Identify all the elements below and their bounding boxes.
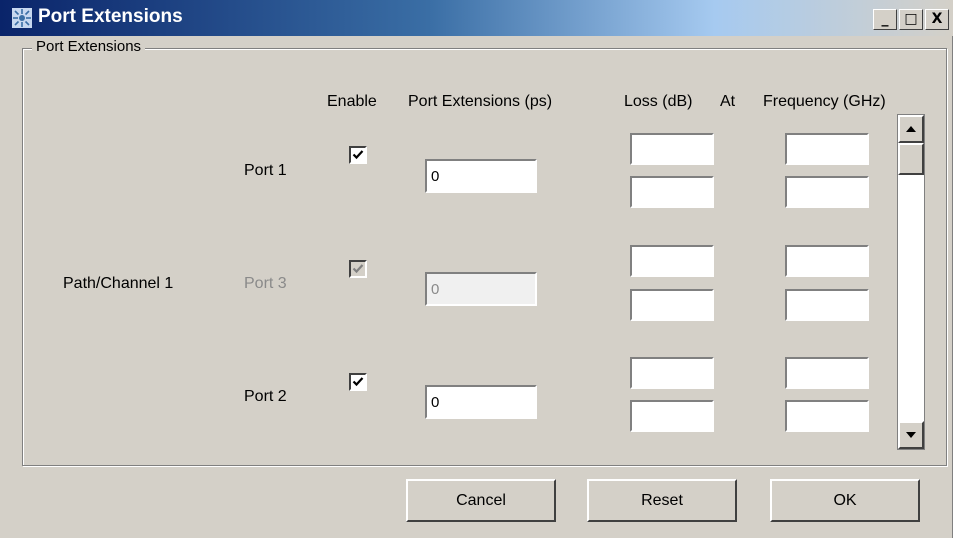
checkmark-icon: [352, 150, 364, 160]
port-2-extension-input[interactable]: [425, 385, 537, 419]
scroll-down-button[interactable]: [898, 421, 924, 449]
port-1-frequency-2-input[interactable]: [785, 176, 869, 208]
port-3-frequency-2-input[interactable]: [785, 289, 869, 321]
port-2-frequency-2-input[interactable]: [785, 400, 869, 432]
checkmark-icon: [352, 377, 364, 387]
arrow-down-icon: [906, 432, 916, 438]
maximize-button[interactable]: □: [899, 9, 923, 30]
arrow-up-icon: [906, 126, 916, 132]
app-icon: [12, 8, 32, 28]
port-1-frequency-1-input[interactable]: [785, 133, 869, 165]
port-3-enable-checkbox[interactable]: [349, 260, 367, 278]
ok-button[interactable]: OK: [770, 479, 920, 522]
at-header: At: [720, 93, 736, 110]
scroll-thumb[interactable]: [898, 143, 924, 175]
port-3-frequency-1-input[interactable]: [785, 245, 869, 277]
port-1-loss-2-input[interactable]: [630, 176, 714, 208]
scroll-up-button[interactable]: [898, 115, 924, 143]
port-extensions-header: Port Extensions (ps): [408, 93, 553, 110]
port-1-enable-checkbox[interactable]: [349, 146, 367, 164]
port-2-loss-2-input[interactable]: [630, 400, 714, 432]
port-2-frequency-1-input[interactable]: [785, 357, 869, 389]
enable-header: Enable: [327, 93, 377, 110]
port-label: Port 2: [244, 388, 287, 405]
port-1-extension-input[interactable]: [425, 159, 537, 193]
port-3-loss-1-input[interactable]: [630, 245, 714, 277]
checkmark-icon: [352, 264, 364, 274]
port-2-enable-checkbox[interactable]: [349, 373, 367, 391]
frequency-header: Frequency (GHz): [763, 93, 886, 110]
port-3-extension-input[interactable]: [425, 272, 537, 306]
port-label: Port 1: [244, 162, 287, 179]
port-extensions-dialog: Port Extensions _ □ X Port Extensions En…: [0, 0, 953, 538]
group-title: Port Extensions: [32, 38, 146, 55]
vertical-scrollbar[interactable]: [897, 114, 925, 450]
window-title: Port Extensions: [38, 6, 183, 27]
close-button[interactable]: X: [925, 9, 949, 30]
minimize-button[interactable]: _: [873, 9, 897, 30]
port-label: Port 3: [244, 275, 287, 292]
loss-header: Loss (dB): [624, 93, 693, 110]
title-bar: Port Extensions _ □ X: [0, 0, 953, 36]
cancel-button[interactable]: Cancel: [406, 479, 556, 522]
port-3-loss-2-input[interactable]: [630, 289, 714, 321]
reset-button[interactable]: Reset: [587, 479, 737, 522]
port-1-loss-1-input[interactable]: [630, 133, 714, 165]
path-channel-label: Path/Channel 1: [63, 275, 174, 292]
port-2-loss-1-input[interactable]: [630, 357, 714, 389]
